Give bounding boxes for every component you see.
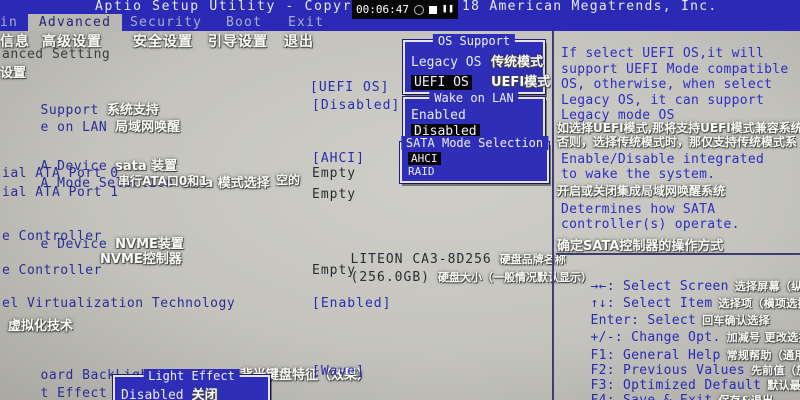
popup-title: Light Effect xyxy=(143,369,240,383)
popup-item-cn: UEFI模式 xyxy=(491,71,550,90)
empty-cn-label: 空的 xyxy=(276,171,300,188)
subtitle-exit: 退出 xyxy=(284,31,314,51)
option-light-effect-value: [Wave] xyxy=(312,364,365,379)
help-line: OS, otherwise, when select xyxy=(561,77,772,92)
section-heading-cn: 设置 xyxy=(0,62,26,81)
popup-light-effect: Light Effect Disabled关闭 xyxy=(113,375,270,400)
popup-item-label: RAID xyxy=(408,165,435,178)
help-line: If select UEFI OS,it will xyxy=(561,46,764,61)
key-action: Save & Exit xyxy=(623,393,712,400)
subtitle-boot: 引导设置 xyxy=(208,31,268,51)
option-os-support-value: [UEFI OS] xyxy=(310,80,389,95)
option-sata-mode-value: [AHCI] xyxy=(312,151,365,166)
bios-setup-screen: Aptio Setup Utility - Copyr 18 American … xyxy=(0,0,800,400)
panel-divider xyxy=(552,31,554,400)
option-sata-port-cn: 串行ATA口0和1 xyxy=(118,172,208,189)
app-title-right: 18 American Megatrends, Inc. xyxy=(462,0,718,14)
key-f4-save-exit: F4: Save & Exit 保存&退出 xyxy=(558,377,774,400)
option-nvme-controller1[interactable]: e Controller xyxy=(2,229,102,244)
help-line: Legacy OS, it can support xyxy=(561,93,764,108)
popup-os-support: OS Support Legacy OS传统模式 UEFI OSUEFI模式 xyxy=(403,40,545,94)
option-sata-port0-value: Empty xyxy=(312,166,356,181)
app-title-left: Aptio Setup Utility - Copyr xyxy=(95,0,352,14)
help-line: support UEFI Mode compatible xyxy=(561,62,789,77)
popup-wake-on-lan: Wake on LAN Enabled Disabled xyxy=(403,97,545,139)
option-sata-port0[interactable]: ial ATA Port 0 xyxy=(2,166,119,181)
popup-item-cn: 传统模式 xyxy=(491,51,543,70)
option-virtualization-value: [Enabled] xyxy=(312,296,391,311)
option-nvme-controller2-value: Empty xyxy=(312,263,356,278)
popup-title: OS Support xyxy=(433,34,515,48)
option-sata-port1-value: Empty xyxy=(312,187,356,202)
tab-main[interactable]: in xyxy=(0,14,26,31)
nvme-controller-cn: NVME控制器 xyxy=(100,248,182,267)
popup-item-uefi-os[interactable]: UEFI OSUEFI模式 xyxy=(405,70,543,90)
section-heading: anced Setting xyxy=(2,47,110,62)
subtitle-security: 安全设置 xyxy=(133,31,193,51)
virtualization-cn: 虚拟化技术 xyxy=(8,315,73,334)
recorder-overlay: 00:06:47 ❚❚ xyxy=(352,0,458,19)
popup-item-label-selected: AHCI xyxy=(408,152,441,165)
popup-item-label: Legacy OS xyxy=(411,55,491,70)
popup-title: SATA Mode Selection xyxy=(401,136,548,150)
help-line-cn: 否则，选择传统模式时，那仅支持传统模式系 xyxy=(557,133,797,150)
help-line: Enable/Disable integrated xyxy=(561,152,764,167)
help-line-cn: 确定SATA控制器的操作方式 xyxy=(557,235,723,254)
option-label-cn: 局域网唤醒 xyxy=(115,120,180,135)
stop-icon[interactable] xyxy=(429,6,437,14)
key-glyph: F4: xyxy=(591,393,615,400)
tab-security[interactable]: Security xyxy=(122,14,210,31)
popup-item-label: Enabled xyxy=(411,108,466,123)
pause-icon[interactable]: ❚❚ xyxy=(442,5,455,14)
help-line: Determines how SATA xyxy=(561,202,715,217)
option-virtualization[interactable]: el Virtualization Technology xyxy=(2,296,235,311)
popup-item-cn: 关闭 xyxy=(192,384,218,400)
help-line-cn: 开启或关闭集成局域网唤醒系统 xyxy=(557,182,725,199)
tab-exit[interactable]: Exit xyxy=(280,14,332,31)
popup-item-label: Disabled xyxy=(121,388,184,400)
tab-advanced[interactable]: Advanced xyxy=(28,14,122,31)
option-nvme-controller2[interactable]: e Controller xyxy=(2,263,102,278)
popup-sata-mode: SATA Mode Selection AHCI RAID xyxy=(400,142,549,183)
popup-title: Wake on LAN xyxy=(429,91,518,105)
option-label: t Effect xyxy=(41,386,108,400)
key-cn: 保存&退出 xyxy=(718,394,773,400)
option-sata-port1[interactable]: ial ATA Port 1 xyxy=(2,185,119,200)
help-line: to wake the system. xyxy=(561,167,715,182)
popup-item-raid[interactable]: RAID xyxy=(402,165,547,178)
tab-boot[interactable]: Boot xyxy=(218,14,270,31)
drive-size: (256.0GB) xyxy=(351,270,430,285)
option-label: e on LAN xyxy=(41,120,108,135)
record-circle-icon xyxy=(414,5,424,15)
popup-item-label-selected: UEFI OS xyxy=(411,75,472,90)
help-line: controller(s) operate. xyxy=(561,217,740,232)
recorder-time: 00:06:47 xyxy=(356,3,409,16)
option-wake-on-lan-value: [Disabled] xyxy=(312,98,400,113)
